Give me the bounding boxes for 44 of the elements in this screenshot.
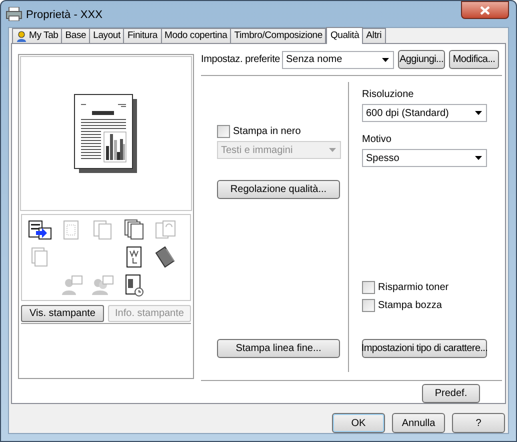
close-icon <box>480 6 490 14</box>
person-icon <box>16 30 27 42</box>
checkbox-label: Stampa bozza <box>378 299 442 313</box>
font-settings-button[interactable]: Impostazioni tipo di carattere... <box>362 339 487 358</box>
window-title: Proprietà - XXX <box>26 8 102 23</box>
field-label: Risoluzione <box>362 88 415 102</box>
quality-adjust-button[interactable]: Regolazione qualità... <box>217 180 340 199</box>
checkbox[interactable] <box>362 299 375 312</box>
tab[interactable]: Base <box>61 28 90 43</box>
dialog-button[interactable]: OK <box>332 413 385 433</box>
tab[interactable]: Modo copertina <box>160 28 232 43</box>
resolution-dropdown[interactable]: 600 dpi (Standard) <box>362 104 487 122</box>
close-button[interactable] <box>461 1 509 19</box>
field-label: Impostaz. preferite <box>201 53 282 67</box>
booklet-icon <box>152 245 177 270</box>
printer-icon <box>6 7 22 21</box>
favorites-dropdown[interactable]: Senza nome <box>282 50 394 68</box>
user-icon <box>59 272 84 297</box>
dropdown-arrow-icon <box>475 156 482 160</box>
tab[interactable]: Layout <box>89 28 124 43</box>
users-icon <box>90 272 114 297</box>
dropdown-arrow-icon <box>382 58 389 62</box>
printer-output-icon <box>28 218 52 242</box>
favorites-button[interactable]: Aggiungi... <box>398 50 445 69</box>
dialog-button[interactable]: Annulla <box>392 413 445 433</box>
dropdown-arrow-icon <box>475 111 482 115</box>
tab[interactable]: My Tab <box>12 28 62 43</box>
dialog-button[interactable]: ? <box>452 413 505 433</box>
default-button[interactable]: Predef. <box>422 384 480 403</box>
tab[interactable]: Timbro/Composizione <box>230 28 326 43</box>
fine-line-button[interactable]: Stampa linea fine... <box>217 339 340 358</box>
tab[interactable]: Qualità <box>326 27 364 44</box>
tab[interactable]: Altri <box>362 28 386 43</box>
checkbox[interactable] <box>362 281 375 294</box>
checkbox-label: Risparmio toner <box>378 281 449 295</box>
favorites-button[interactable]: Modifica... <box>449 50 499 69</box>
copies-icon <box>122 218 146 242</box>
dropdown-arrow-icon <box>329 148 336 152</box>
checkbox-label: Stampa in nero <box>233 125 301 139</box>
field-label: Motivo <box>362 133 392 147</box>
preview-action-button[interactable]: Vis. stampante <box>21 305 104 322</box>
pattern-dropdown[interactable]: Spesso <box>362 149 487 167</box>
tab[interactable]: Finitura <box>123 28 162 43</box>
checkbox[interactable] <box>217 125 230 138</box>
